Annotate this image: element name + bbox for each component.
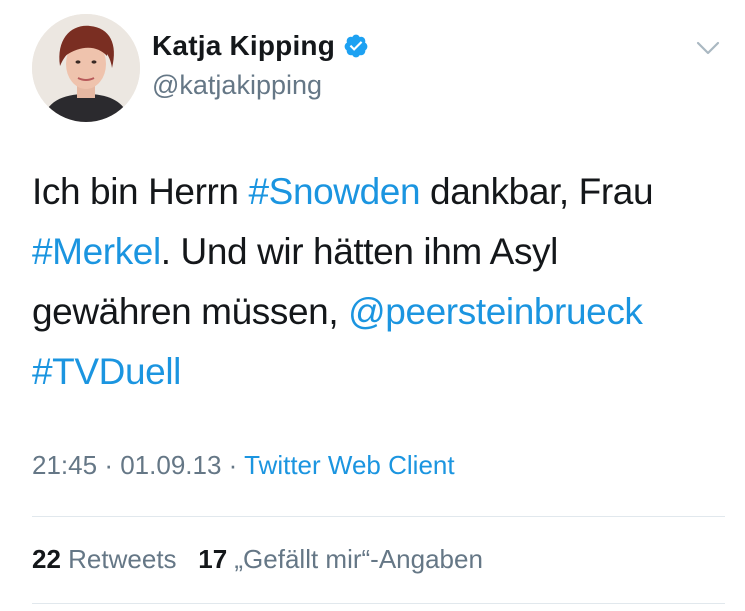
user-handle[interactable]: @katjakipping (152, 70, 322, 101)
verified-badge-icon (343, 33, 369, 59)
author-name-row: Katja Kipping (152, 30, 369, 62)
tweet-meta: 21:45 · 01.09.13 · Twitter Web Client (32, 450, 455, 481)
display-name[interactable]: Katja Kipping (152, 30, 335, 62)
meta-separator: · (104, 450, 113, 480)
tweet-text-segment: Ich bin Herrn (32, 171, 249, 212)
tweet-card: Katja Kipping @katjakipping Ich bin Herr… (0, 0, 745, 611)
tweet-text: Ich bin Herrn #Snowden dankbar, Frau #Me… (32, 162, 722, 402)
likes-count: 17 (198, 544, 228, 574)
profile-photo (32, 14, 140, 122)
hashtag-link[interactable]: #Merkel (32, 231, 161, 272)
tweet-time[interactable]: 21:45 (32, 450, 97, 480)
tweet-source-link[interactable]: Twitter Web Client (244, 450, 454, 480)
hashtag-link[interactable]: #TVDuell (32, 351, 181, 392)
meta-separator: · (228, 450, 238, 480)
likes-stat[interactable]: 17 „Gefällt mir“-Angaben (198, 544, 483, 574)
likes-label: „Gefällt mir“-Angaben (234, 544, 483, 574)
retweets-stat[interactable]: 22 Retweets (32, 544, 184, 574)
tweet-text-segment: dankbar, Frau (420, 171, 654, 212)
divider (32, 516, 725, 517)
tweet-stats: 22 Retweets 17 „Gefällt mir“-Angaben (32, 544, 483, 575)
retweets-count: 22 (32, 544, 61, 574)
hashtag-link[interactable]: #Snowden (249, 171, 421, 212)
divider (32, 603, 725, 604)
avatar[interactable] (32, 14, 140, 122)
tweet-date[interactable]: 01.09.13 (120, 450, 221, 480)
retweets-label: Retweets (68, 544, 177, 574)
mention-link[interactable]: @peersteinbrueck (348, 291, 643, 332)
chevron-down-icon[interactable] (694, 38, 722, 58)
